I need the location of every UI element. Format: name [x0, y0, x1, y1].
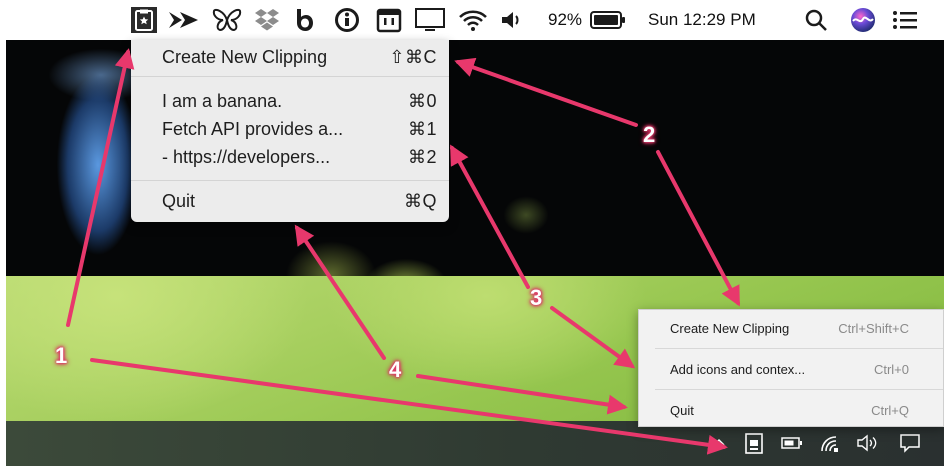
menu-separator [131, 180, 449, 181]
menu-item-label: Add icons and contex... [670, 361, 806, 377]
chevron-up-icon[interactable] [711, 432, 727, 454]
volume-icon[interactable] [500, 7, 524, 33]
menu-item-label: Create New Clipping [670, 320, 790, 336]
menu-item-label: Quit [162, 190, 196, 211]
notification-icon[interactable] [899, 432, 921, 454]
network-icon[interactable] [820, 432, 842, 454]
battery-percent: 92% [548, 10, 583, 29]
menu-item-shortcut: Ctrl+Shift+C [838, 320, 909, 336]
battery-icon[interactable] [590, 7, 626, 33]
menu-item-shortcut: ⌘Q [403, 190, 437, 211]
clock[interactable]: Sun 12:29 PM [648, 10, 756, 30]
b-app-icon[interactable] [292, 7, 316, 33]
menu-item-create-new-clipping[interactable]: Create New Clipping Ctrl+Shift+C [639, 311, 943, 345]
menu-item-label: Create New Clipping [162, 46, 328, 67]
windows-clipping-menu: Create New Clipping Ctrl+Shift+C Add ico… [638, 309, 944, 427]
menu-item-clipping-1[interactable]: Fetch API provides a... ⌘1 [131, 115, 449, 143]
menu-item-shortcut: ⌘2 [407, 146, 437, 167]
butterfly-icon[interactable] [212, 7, 242, 33]
menu-item-shortcut: ⇧⌘C [389, 46, 437, 67]
menu-separator [655, 389, 943, 390]
mac-clipping-menu: Create New Clipping ⇧⌘C I am a banana. ⌘… [131, 40, 449, 222]
annotation-label-3: 3 [530, 285, 543, 310]
forward-arrow-icon[interactable] [168, 7, 200, 33]
clipboard-app-icon[interactable] [131, 7, 157, 33]
wifi-icon[interactable] [458, 7, 488, 33]
menu-item-clipping-0[interactable]: I am a banana. ⌘0 [131, 87, 449, 115]
calendar-icon[interactable] [376, 7, 402, 33]
menu-item-label: I am a banana. [162, 90, 283, 111]
menu-item-label: Fetch API provides a... [162, 118, 344, 139]
menu-separator [655, 348, 943, 349]
annotation-label-2: 2 [643, 122, 656, 147]
annotation-label-1: 1 [55, 343, 68, 368]
volume-icon[interactable] [857, 432, 879, 454]
menu-item-clipping-2[interactable]: - https://developers... ⌘2 [131, 143, 449, 171]
siri-icon[interactable] [850, 7, 876, 33]
menu-item-quit[interactable]: Quit Ctrl+Q [639, 393, 943, 427]
annotation-label-4: 4 [389, 357, 402, 382]
menu-item-shortcut: ⌘0 [407, 90, 437, 111]
menu-item-create-new-clipping[interactable]: Create New Clipping ⇧⌘C [131, 43, 449, 71]
info-icon[interactable] [334, 7, 360, 33]
menu-item-clipping-0[interactable]: Add icons and contex... Ctrl+0 [639, 352, 943, 386]
menu-item-label: Quit [670, 402, 694, 418]
menu-item-shortcut: Ctrl+Q [871, 402, 909, 418]
dropbox-icon[interactable] [254, 7, 280, 33]
list-icon[interactable] [892, 7, 918, 33]
menu-separator [131, 76, 449, 77]
windows-taskbar [6, 421, 944, 466]
monitor-icon[interactable] [414, 7, 446, 33]
battery-icon[interactable] [781, 432, 803, 454]
menu-item-shortcut: Ctrl+0 [873, 361, 909, 377]
clipboard-app-icon[interactable] [744, 432, 764, 454]
menu-item-quit[interactable]: Quit ⌘Q [131, 187, 449, 215]
menu-item-shortcut: ⌘1 [407, 118, 437, 139]
menu-item-label: - https://developers... [162, 146, 331, 167]
search-icon[interactable] [804, 7, 828, 33]
